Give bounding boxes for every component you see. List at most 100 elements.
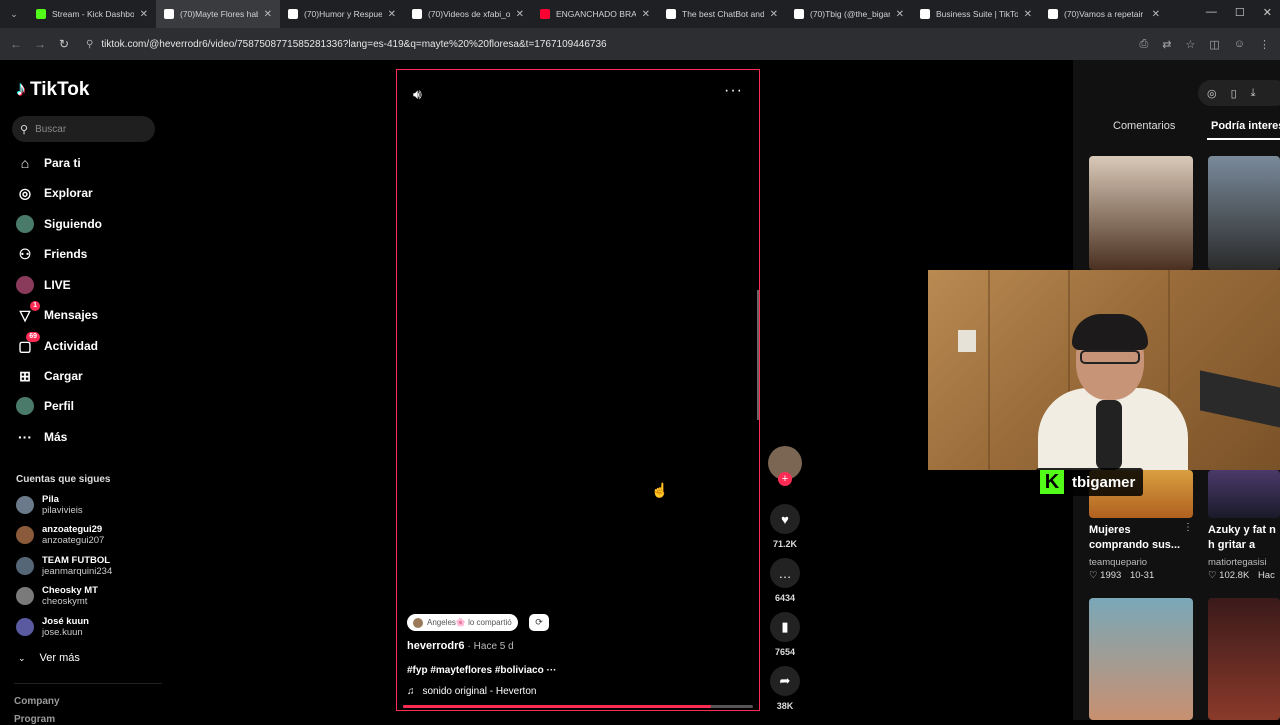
search-input[interactable]: ⚲ Buscar	[12, 116, 155, 142]
menu-icon[interactable]: ⋮	[1259, 38, 1270, 51]
account-name: Pila	[42, 494, 59, 505]
profile-icon[interactable]: ☺	[1234, 38, 1245, 51]
company-link[interactable]: Company	[14, 696, 60, 707]
tab-title: (70)Tbig (@the_bigan	[810, 9, 890, 19]
sidebar-item-siguiendo[interactable]: ● Siguiendo	[16, 215, 102, 233]
video-title[interactable]: Mujeres comprando sus...	[1089, 523, 1193, 553]
follow-plus-icon[interactable]: +	[778, 472, 792, 486]
sidebar-item-cargar[interactable]: ⊞ Cargar	[16, 367, 83, 385]
chevron-down-icon: ⌄	[18, 652, 26, 663]
following-account[interactable]: TEAM FUTBOL jeanmarquini234	[16, 555, 112, 577]
tiktok-sidebar: ♪ TikTok ⚲ Buscar ⌂ Para ti ◎ Explorar ● Sigu…	[0, 60, 165, 725]
chatbot-icon	[666, 9, 676, 19]
tab-comments[interactable]: Comentarios	[1113, 120, 1175, 132]
video-progress-fill	[403, 705, 711, 708]
browser-tab[interactable]: Stream - Kick Dashbo ✕	[28, 0, 156, 28]
video-thumbnail[interactable]	[1208, 470, 1280, 518]
extensions-icon[interactable]: ◫	[1209, 38, 1219, 51]
search-placeholder: Buscar	[35, 123, 67, 135]
like-button[interactable]: ♥ 71.2K	[768, 504, 802, 549]
search-icon: ⚲	[20, 123, 29, 136]
comment-button[interactable]: … 6434	[768, 558, 802, 603]
sidebar-item-friends[interactable]: ⚇ Friends	[16, 245, 88, 263]
maximize-icon[interactable]: ☐	[1235, 6, 1245, 19]
close-tab-icon[interactable]: ✕	[1024, 9, 1032, 20]
browser-tab[interactable]: (70)Videos de xfabi_o ✕	[404, 0, 532, 28]
bookmark-star-icon[interactable]: ☆	[1185, 38, 1195, 51]
sidebar-item-mensajes[interactable]: ▽ 1 Mensajes	[16, 301, 98, 324]
sidebar-item-m-s[interactable]: ··· Más	[16, 428, 67, 446]
more-options-icon[interactable]: ⋮	[1183, 522, 1193, 533]
video-thumbnail[interactable]	[1089, 598, 1193, 720]
compass-icon: ◎	[18, 184, 32, 201]
browser-tab[interactable]: Business Suite | TikTo ✕	[912, 0, 1040, 28]
translate-icon[interactable]: ⇄	[1162, 38, 1171, 51]
close-tab-icon[interactable]: ✕	[896, 9, 904, 20]
sidebar-item-actividad[interactable]: ▢ 69 Actividad	[16, 332, 99, 355]
close-tab-icon[interactable]: ✕	[388, 9, 396, 20]
more-options-icon[interactable]: ···	[724, 82, 743, 100]
close-tab-icon[interactable]: ✕	[264, 9, 272, 20]
sidebar-item-para-ti[interactable]: ⌂ Para ti	[16, 154, 81, 172]
video-sound[interactable]: ♫ sonido original - Heverton	[407, 686, 536, 697]
close-tab-icon[interactable]: ✕	[642, 9, 650, 20]
tab-title: Business Suite | TikTo	[936, 9, 1018, 19]
browser-tab[interactable]: (70)Humor y Respue ✕	[280, 0, 404, 28]
video-player[interactable]: 🔊︎ ··· ☝ Angeles🌸 lo compartió ⟳ heverro…	[396, 69, 760, 711]
sidebar-item-live[interactable]: ● LIVE	[16, 276, 71, 294]
keyboard	[1200, 370, 1280, 430]
sidebar-item-perfil[interactable]: ● Perfil	[16, 397, 74, 415]
install-icon[interactable]: ⎙	[1139, 38, 1148, 51]
following-title: Cuentas que sigues	[16, 474, 111, 485]
video-thumbnail[interactable]	[1208, 598, 1280, 720]
following-account[interactable]: José kuun jose.kuun	[16, 616, 89, 638]
video-thumbnail[interactable]	[1089, 156, 1193, 270]
video-author[interactable]: matiortegasisi	[1208, 557, 1267, 568]
video-thumbnail[interactable]	[1208, 156, 1280, 270]
browser-tab[interactable]: (70)Mayte Flores hab ✕	[156, 0, 280, 28]
repost-icon[interactable]: ⟳	[529, 614, 549, 631]
following-account[interactable]: Cheosky MT cheoskymt	[16, 585, 98, 607]
forward-icon[interactable]: →	[28, 37, 52, 51]
sidebar-item-label: Actividad	[44, 339, 99, 353]
video-author[interactable]: teamquepario	[1089, 557, 1147, 568]
volume-icon[interactable]: 🔊︎	[413, 86, 422, 103]
browser-tab[interactable]: The best ChatBot and ✕	[658, 0, 786, 28]
sidebar-item-explorar[interactable]: ◎ Explorar	[16, 184, 93, 202]
share-button[interactable]: ➦ 38K	[768, 666, 802, 711]
download-icon[interactable]: ⤓	[1251, 87, 1256, 100]
video-title[interactable]: Azuky y fat n h gritar a todo C	[1208, 523, 1280, 553]
close-tab-icon[interactable]: ✕	[516, 9, 524, 20]
compass-icon[interactable]: ◎	[1207, 87, 1217, 100]
browser-tab[interactable]: (70)Vamos a repetair ✕	[1040, 0, 1168, 28]
browser-tab[interactable]: (70)Tbig (@the_bigan ✕	[786, 0, 912, 28]
close-tab-icon[interactable]: ✕	[1152, 9, 1160, 20]
following-account[interactable]: Pila pilavivieis	[16, 494, 83, 516]
close-tab-icon[interactable]: ✕	[770, 9, 778, 20]
close-tab-icon[interactable]: ✕	[140, 9, 148, 20]
device-icon[interactable]: ▯	[1231, 87, 1237, 100]
save-button[interactable]: ▮ 7654	[768, 612, 802, 657]
tab-recommended[interactable]: Podría interesarte	[1211, 120, 1280, 132]
site-info-icon[interactable]: ⚲	[86, 39, 93, 50]
following-account[interactable]: anzoategui29 anzoategui207	[16, 524, 104, 546]
back-icon[interactable]: ←	[4, 37, 28, 51]
reload-icon[interactable]: ↻	[52, 37, 76, 51]
share-icon: ➦	[770, 666, 800, 696]
sidebar-item-label: Siguiendo	[44, 217, 102, 231]
shared-by-chip[interactable]: Angeles🌸 lo compartió	[407, 614, 518, 631]
address-bar-row: ← → ↻ ⚲ tiktok.com/@heverrodr6/video/758…	[0, 28, 1280, 60]
account-handle: cheoskymt	[42, 596, 88, 607]
save-count: 7654	[774, 647, 796, 657]
tab-search-dropdown[interactable]: ⌄	[0, 9, 28, 20]
close-window-icon[interactable]: ✕	[1263, 6, 1272, 19]
minimize-icon[interactable]: —	[1206, 6, 1217, 19]
see-more-button[interactable]: ⌄ Ver más	[18, 652, 80, 664]
tiktok-logo[interactable]: ♪ TikTok	[16, 78, 89, 101]
url-field[interactable]: ⚲ tiktok.com/@heverrodr6/video/758750877…	[86, 32, 1140, 56]
video-stats: ♡ 1993 10-31	[1089, 570, 1154, 581]
video-progress-bar[interactable]	[403, 705, 753, 708]
video-description[interactable]: #fyp #mayteflores #boliviaco ···	[407, 665, 557, 676]
browser-tab[interactable]: ENGANCHADO BRAS ✕	[532, 0, 658, 28]
video-author[interactable]: heverrodr6	[407, 640, 464, 652]
